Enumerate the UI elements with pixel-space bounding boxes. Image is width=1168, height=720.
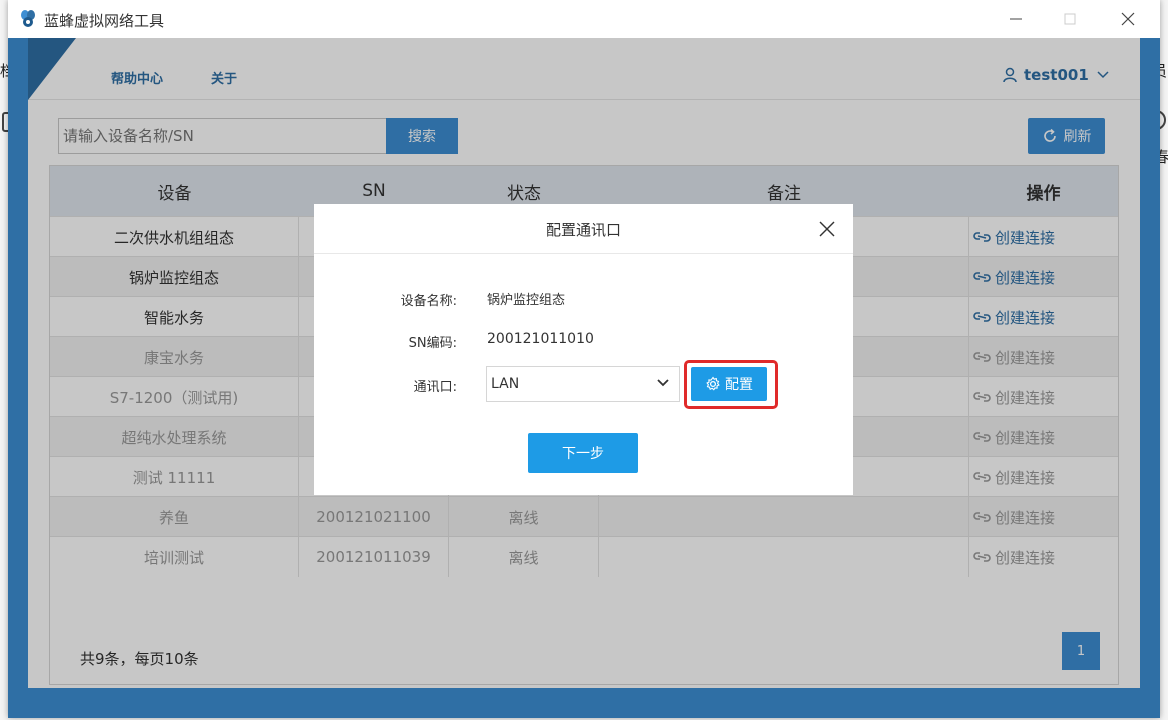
gear-icon <box>706 376 720 391</box>
title-bar: 蓝蜂虚拟网络工具 <box>8 0 1160 38</box>
minimize-icon <box>1010 18 1022 20</box>
port-select[interactable]: LAN <box>486 366 680 402</box>
device-name-value: 锅炉监控组态 <box>487 293 566 308</box>
window-title: 蓝蜂虚拟网络工具 <box>44 12 165 30</box>
close-window-button[interactable] <box>1110 6 1146 32</box>
dialog-header: 配置通讯口 <box>314 204 853 254</box>
maximize-button[interactable] <box>1052 6 1088 32</box>
port-label: 通讯口: <box>413 380 457 395</box>
sn-label: SN编码: <box>408 336 457 351</box>
dialog-title: 配置通讯口 <box>545 220 621 239</box>
config-button[interactable]: 配置 <box>691 367 767 401</box>
bee-logo-icon <box>21 10 35 27</box>
close-icon[interactable] <box>817 219 837 239</box>
maximize-icon <box>1064 13 1076 25</box>
config-label: 配置 <box>725 377 753 393</box>
device-name-label: 设备名称: <box>400 294 457 309</box>
port-select-value: LAN <box>491 376 520 392</box>
next-step-button[interactable]: 下一步 <box>528 433 638 473</box>
sn-value: 200121011010 <box>487 331 594 347</box>
minimize-button[interactable] <box>998 6 1034 32</box>
close-icon <box>1121 12 1135 26</box>
chevron-down-icon <box>657 379 669 387</box>
config-port-dialog: 配置通讯口 设备名称: 锅炉监控组态 SN编码: 200121011010 通讯… <box>314 204 853 495</box>
